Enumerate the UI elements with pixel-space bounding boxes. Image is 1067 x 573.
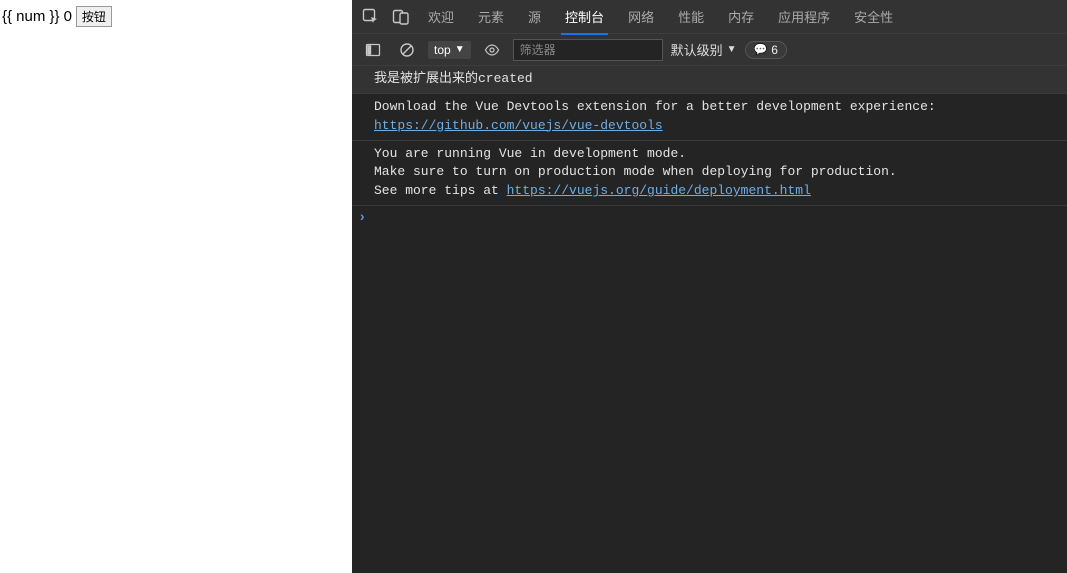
inspect-element-icon[interactable]: [356, 2, 386, 32]
device-toggle-icon[interactable]: [386, 2, 416, 32]
toggle-sidebar-icon[interactable]: [360, 37, 386, 63]
chevron-right-icon: ›: [358, 210, 374, 226]
console-text: Make sure to turn on production mode whe…: [374, 164, 897, 179]
page-button[interactable]: 按钮: [76, 6, 112, 27]
log-level-selector[interactable]: 默认级别 ▼: [671, 40, 737, 59]
eye-icon[interactable]: [479, 37, 505, 63]
devtools-tab-bar: 欢迎 元素 源 控制台 网络 性能 内存 应用程序 安全性: [352, 0, 1067, 34]
info-count: 6: [771, 43, 778, 57]
tab-security[interactable]: 安全性: [842, 0, 905, 34]
devtools-panel: 欢迎 元素 源 控制台 网络 性能 内存 应用程序 安全性 top ▼: [352, 0, 1067, 573]
info-count-badge[interactable]: 💬 6: [745, 41, 787, 59]
log-level-label: 默认级别: [671, 40, 723, 59]
clear-console-icon[interactable]: [394, 37, 420, 63]
tab-sources[interactable]: 源: [516, 0, 553, 34]
console-link[interactable]: https://vuejs.org/guide/deployment.html: [507, 183, 811, 198]
console-log-entry: You are running Vue in development mode.…: [352, 141, 1067, 207]
console-link[interactable]: https://github.com/vuejs/vue-devtools: [374, 118, 663, 133]
tab-network[interactable]: 网络: [616, 0, 666, 34]
template-placeholder: {{ num }}: [2, 8, 60, 25]
tab-console[interactable]: 控制台: [553, 0, 616, 34]
rendered-page: {{ num }} 0 按钮: [0, 0, 352, 573]
context-selector[interactable]: top ▼: [428, 41, 471, 59]
tab-memory[interactable]: 内存: [716, 0, 766, 34]
console-text: You are running Vue in development mode.: [374, 146, 686, 161]
caret-down-icon: ▼: [455, 44, 465, 55]
caret-down-icon: ▼: [727, 44, 737, 55]
console-text: Download the Vue Devtools extension for …: [374, 99, 936, 114]
context-label: top: [434, 43, 451, 57]
console-toolbar: top ▼ 默认级别 ▼ 💬 6: [352, 34, 1067, 66]
console-prompt[interactable]: ›: [352, 206, 1067, 230]
tab-welcome[interactable]: 欢迎: [416, 0, 466, 34]
rendered-value: 0: [64, 8, 72, 25]
tab-elements[interactable]: 元素: [466, 0, 516, 34]
filter-input[interactable]: [513, 39, 663, 61]
tab-application[interactable]: 应用程序: [766, 0, 842, 34]
console-log-entry: Download the Vue Devtools extension for …: [352, 94, 1067, 141]
console-output: 我是被扩展出来的created Download the Vue Devtools…: [352, 66, 1067, 573]
tab-performance[interactable]: 性能: [666, 0, 716, 34]
message-icon: 💬: [754, 43, 768, 56]
console-log-entry: 我是被扩展出来的created: [352, 66, 1067, 94]
console-text: 我是被扩展出来的created: [374, 71, 533, 86]
